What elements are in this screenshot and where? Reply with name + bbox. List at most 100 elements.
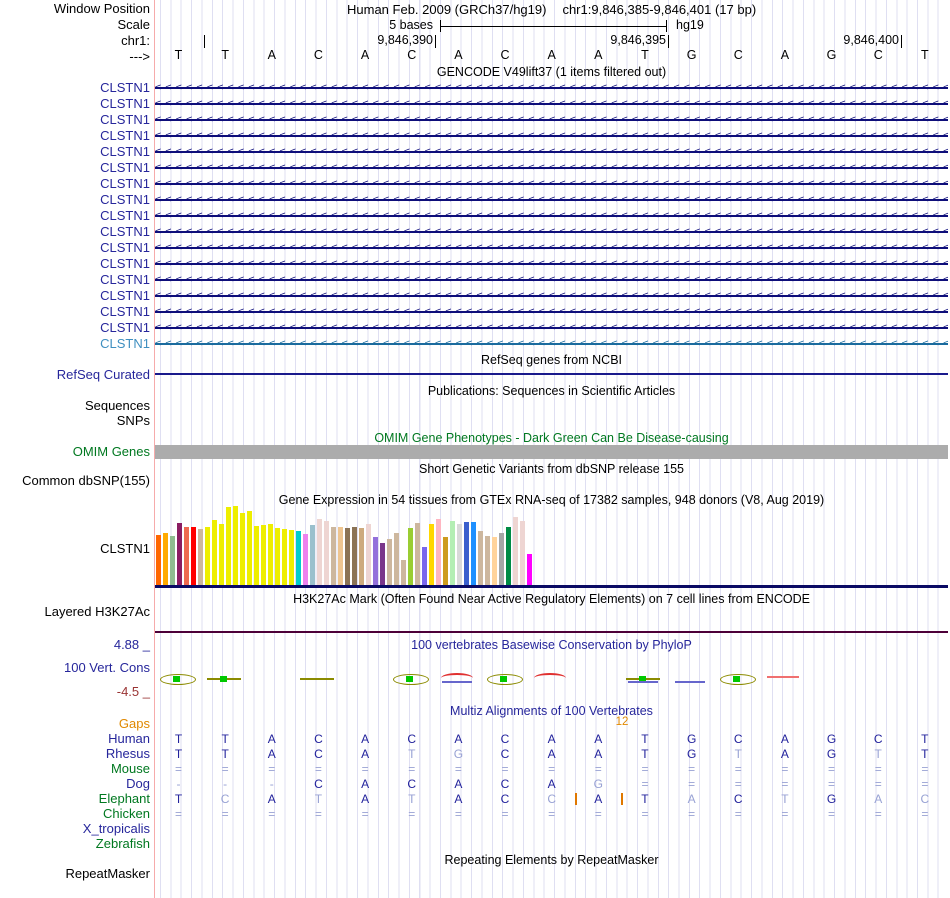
- track-label-clstn1-6[interactable]: CLSTN1: [0, 161, 150, 175]
- aln-chicken-base-16: =: [874, 807, 882, 821]
- track-label-clstn1-7[interactable]: CLSTN1: [0, 177, 150, 191]
- gtex-tissue-bar-41: [436, 519, 441, 585]
- refseq-curated-gene-line[interactable]: [155, 373, 948, 375]
- track-label-gtex-clstn1[interactable]: CLSTN1: [0, 542, 150, 556]
- track-label-species-gaps[interactable]: Gaps: [0, 717, 150, 731]
- gene-row-clstn1-1[interactable]: <<<<<<<<<<<<<<<<<<<<<<<<<<<<<<<<<<<<<<<<…: [155, 80, 948, 96]
- gtex-tissue-bar-36: [401, 560, 406, 585]
- gtex-tissue-bar-33: [380, 543, 385, 585]
- gene-row-clstn1-16[interactable]: <<<<<<<<<<<<<<<<<<<<<<<<<<<<<<<<<<<<<<<<…: [155, 320, 948, 336]
- track-label-species-dog[interactable]: Dog: [0, 777, 150, 791]
- track-label-omim-genes[interactable]: OMIM Genes: [0, 445, 150, 459]
- aln-chicken-base-6: =: [408, 807, 416, 821]
- ruler-base-5: A: [360, 48, 370, 62]
- gene-row-clstn1-3[interactable]: <<<<<<<<<<<<<<<<<<<<<<<<<<<<<<<<<<<<<<<<…: [155, 112, 948, 128]
- track-label-refseq-curated[interactable]: RefSeq Curated: [0, 368, 150, 382]
- gtex-gene-model-line[interactable]: [155, 585, 948, 588]
- omim-genes-bar[interactable]: [155, 445, 948, 459]
- track-label-clstn1-14[interactable]: CLSTN1: [0, 289, 150, 303]
- aln-chicken-base-4: =: [314, 807, 322, 821]
- gene-row-clstn1-10[interactable]: <<<<<<<<<<<<<<<<<<<<<<<<<<<<<<<<<<<<<<<<…: [155, 224, 948, 240]
- track-label-species-mouse[interactable]: Mouse: [0, 762, 150, 776]
- gene-row-clstn1-15[interactable]: <<<<<<<<<<<<<<<<<<<<<<<<<<<<<<<<<<<<<<<<…: [155, 304, 948, 320]
- track-label-sequences[interactable]: Sequences: [0, 399, 150, 413]
- track-label-common-dbsnp[interactable]: Common dbSNP(155): [0, 474, 150, 488]
- aln-rhesus-base-10: A: [594, 747, 603, 761]
- chrom-label: chr1:: [121, 33, 150, 48]
- gene-row-clstn1-13[interactable]: <<<<<<<<<<<<<<<<<<<<<<<<<<<<<<<<<<<<<<<<…: [155, 272, 948, 288]
- phylop-glyph-base-6: [392, 672, 430, 686]
- track-label-clstn1-12[interactable]: CLSTN1: [0, 257, 150, 271]
- gene-row-clstn1-4[interactable]: <<<<<<<<<<<<<<<<<<<<<<<<<<<<<<<<<<<<<<<<…: [155, 128, 948, 144]
- track-label-clstn1-13[interactable]: CLSTN1: [0, 273, 150, 287]
- aln-chicken-base-14: =: [781, 807, 789, 821]
- gtex-tissue-bar-42: [443, 537, 448, 585]
- gene-row-clstn1-12[interactable]: <<<<<<<<<<<<<<<<<<<<<<<<<<<<<<<<<<<<<<<<…: [155, 256, 948, 272]
- track-label-repeatmasker[interactable]: RepeatMasker: [0, 867, 150, 881]
- track-label-species-zebrafish[interactable]: Zebrafish: [0, 837, 150, 851]
- track-label-clstn1-4[interactable]: CLSTN1: [0, 129, 150, 143]
- gene-row-clstn1-6[interactable]: <<<<<<<<<<<<<<<<<<<<<<<<<<<<<<<<<<<<<<<<…: [155, 160, 948, 176]
- track-label-clstn1-16[interactable]: CLSTN1: [0, 321, 150, 335]
- phylop-redarc: [534, 673, 567, 683]
- track-label-species-rhesus[interactable]: Rhesus: [0, 747, 150, 761]
- gtex-tissue-bar-44: [457, 524, 462, 585]
- h3k27ac-signal-baseline[interactable]: [155, 631, 948, 633]
- gtex-tissue-bar-14: [247, 511, 252, 585]
- track-label-clstn1-5[interactable]: CLSTN1: [0, 145, 150, 159]
- track-label-clstn1-11[interactable]: CLSTN1: [0, 241, 150, 255]
- aln-mouse-base-4: =: [314, 762, 322, 776]
- gene-row-clstn1-17[interactable]: <<<<<<<<<<<<<<<<<<<<<<<<<<<<<<<<<<<<<<<<…: [155, 336, 948, 352]
- gene-row-clstn1-8[interactable]: <<<<<<<<<<<<<<<<<<<<<<<<<<<<<<<<<<<<<<<<…: [155, 192, 948, 208]
- aln-human-base-7: A: [454, 732, 463, 746]
- gene-row-clstn1-5[interactable]: <<<<<<<<<<<<<<<<<<<<<<<<<<<<<<<<<<<<<<<<…: [155, 144, 948, 160]
- phylop-blueline: [628, 681, 659, 683]
- track-title-publications: Publications: Sequences in Scientific Ar…: [427, 384, 676, 398]
- gene-row-clstn1-7[interactable]: <<<<<<<<<<<<<<<<<<<<<<<<<<<<<<<<<<<<<<<<…: [155, 176, 948, 192]
- aln-elephant-base-6: T: [408, 792, 416, 806]
- aln-rhesus-base-11: T: [641, 747, 649, 761]
- track-title-phylop: 100 vertebrates Basewise Conservation by…: [411, 638, 692, 652]
- track-label-clstn1-15[interactable]: CLSTN1: [0, 305, 150, 319]
- gtex-tissue-bar-49: [492, 537, 497, 585]
- track-label-clstn1-9[interactable]: CLSTN1: [0, 209, 150, 223]
- track-title-h3k27ac: H3K27Ac Mark (Often Found Near Active Re…: [293, 592, 810, 606]
- track-label-species-human[interactable]: Human: [0, 732, 150, 746]
- gtex-expression-barchart[interactable]: [156, 505, 532, 585]
- gtex-tissue-bar-39: [422, 547, 427, 585]
- track-label-clstn1-10[interactable]: CLSTN1: [0, 225, 150, 239]
- phylop-glyph-base-13: [719, 672, 757, 686]
- track-label-clstn1-8[interactable]: CLSTN1: [0, 193, 150, 207]
- phylop-glyph-base-9: [532, 672, 570, 686]
- ruler-base-1: T: [174, 48, 183, 62]
- track-label-snps[interactable]: SNPs: [0, 414, 150, 428]
- track-label-clstn1-1[interactable]: CLSTN1: [0, 81, 150, 95]
- ruler-base-12: G: [686, 48, 697, 62]
- gene-row-clstn1-2[interactable]: <<<<<<<<<<<<<<<<<<<<<<<<<<<<<<<<<<<<<<<<…: [155, 96, 948, 112]
- track-label-species-elephant[interactable]: Elephant: [0, 792, 150, 806]
- aln-chicken-base-5: =: [361, 807, 369, 821]
- track-label-100-vert-cons[interactable]: 100 Vert. Cons: [0, 661, 150, 675]
- gene-row-clstn1-14[interactable]: <<<<<<<<<<<<<<<<<<<<<<<<<<<<<<<<<<<<<<<<…: [155, 288, 948, 304]
- phylop-greenbox: [406, 676, 414, 682]
- gtex-tissue-bar-24: [317, 519, 322, 585]
- track-label-clstn1-2[interactable]: CLSTN1: [0, 97, 150, 111]
- aln-elephant-base-4: T: [314, 792, 323, 806]
- aln-rhesus-base-12: G: [686, 747, 697, 761]
- track-label-species-x_tropicalis[interactable]: X_tropicalis: [0, 822, 150, 836]
- track-label-clstn1-3[interactable]: CLSTN1: [0, 113, 150, 127]
- ruler-base-4: C: [313, 48, 323, 62]
- aln-human-base-14: A: [780, 732, 789, 746]
- aln-dog-base-4: C: [314, 777, 323, 791]
- strand-direction-label: --->: [129, 49, 150, 64]
- track-label-clstn1-17[interactable]: CLSTN1: [0, 337, 150, 351]
- gene-row-clstn1-11[interactable]: <<<<<<<<<<<<<<<<<<<<<<<<<<<<<<<<<<<<<<<<…: [155, 240, 948, 256]
- reverse-strand-arrows: <<<<<<<<<<<<<<<<<<<<<<<<<<<<<<<<<<<<<<<<…: [155, 146, 948, 157]
- track-label-layered-h3k27ac[interactable]: Layered H3K27Ac: [0, 605, 150, 619]
- aln-elephant-base-11: T: [641, 792, 649, 806]
- gtex-tissue-bar-2: [163, 533, 168, 585]
- gene-row-clstn1-9[interactable]: <<<<<<<<<<<<<<<<<<<<<<<<<<<<<<<<<<<<<<<<…: [155, 208, 948, 224]
- aln-mouse-base-17: =: [921, 762, 929, 776]
- aln-elephant-base-8: C: [500, 792, 510, 806]
- track-label-species-chicken[interactable]: Chicken: [0, 807, 150, 821]
